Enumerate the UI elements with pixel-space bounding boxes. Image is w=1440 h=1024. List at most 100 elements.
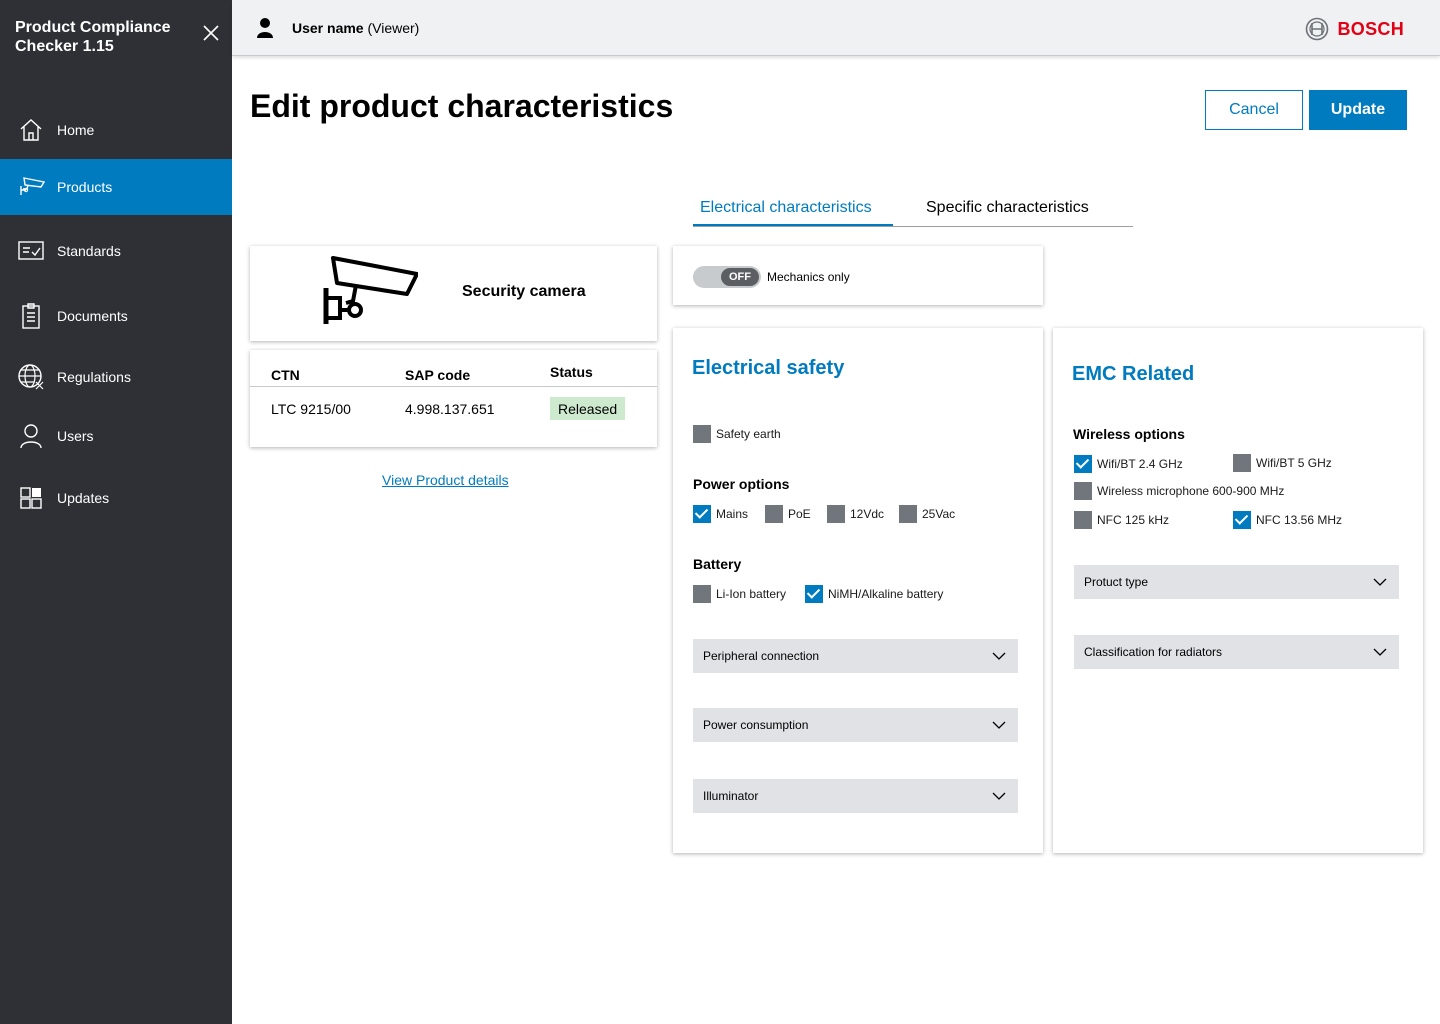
sidebar-item-standards[interactable]: Standards: [0, 223, 232, 279]
checkbox-label: Wifi/BT 2.4 GHz: [1097, 457, 1183, 471]
emc-related-panel: EMC Related Wireless options Wifi/BT 2.4…: [1053, 328, 1423, 853]
checkbox-box: [805, 585, 823, 603]
safety-earth-checkbox[interactable]: Safety earth: [693, 425, 781, 443]
peripheral-connection-dropdown[interactable]: Peripheral connection: [693, 639, 1018, 673]
status-badge: Released: [550, 397, 626, 420]
sidebar-item-users[interactable]: Users: [0, 408, 232, 464]
checkbox-box: [899, 505, 917, 523]
sidebar-item-home[interactable]: Home: [0, 102, 232, 158]
close-icon: [203, 25, 219, 41]
checkbox-label: Wireless microphone 600-900 MHz: [1097, 484, 1285, 498]
mechanics-only-toggle[interactable]: OFF: [693, 266, 761, 288]
checklist-icon: [17, 237, 45, 265]
sidebar-item-documents[interactable]: Documents: [0, 288, 232, 344]
checkbox-box: [1074, 482, 1092, 500]
top-bar: User name (Viewer) BOSCH: [232, 0, 1440, 56]
checkbox-label: NFC 125 kHz: [1097, 513, 1170, 527]
view-product-details-link[interactable]: View Product details: [382, 472, 509, 488]
checkbox-label: Li-Ion battery: [716, 587, 787, 601]
tab-specific-characteristics[interactable]: Specific characteristics: [926, 199, 1089, 217]
dropdown-label: Classification for radiators: [1084, 645, 1223, 659]
ctn-value: LTC 9215/00: [271, 401, 351, 417]
wifi-bt-2-4ghz-checkbox[interactable]: Wifi/BT 2.4 GHz: [1074, 455, 1183, 473]
sidebar-item-label: Standards: [57, 243, 121, 259]
panel-title: EMC Related: [1072, 363, 1195, 385]
chevron-down-icon: [992, 721, 1006, 729]
checkbox-box: [765, 505, 783, 523]
toggle-state: OFF: [721, 268, 759, 286]
user-avatar-icon: [256, 17, 274, 39]
mains-checkbox[interactable]: Mains: [693, 505, 748, 523]
sidebar-item-label: Regulations: [57, 369, 131, 385]
user-info: User name (Viewer): [292, 20, 419, 36]
checkbox-box: [693, 585, 711, 603]
checkbox-label: NFC 13.56 MHz: [1256, 513, 1343, 527]
nfc-125khz-checkbox[interactable]: NFC 125 kHz: [1074, 511, 1169, 529]
globe-icon: [17, 363, 45, 391]
chevron-down-icon: [1373, 578, 1387, 586]
li-ion-battery-checkbox[interactable]: Li-Ion battery: [693, 585, 786, 603]
product-type-dropdown[interactable]: Protuct type: [1074, 565, 1399, 599]
document-icon: [17, 302, 45, 330]
sidebar: Product Compliance Checker 1.15 Home Pro…: [0, 0, 232, 1024]
chevron-down-icon: [992, 652, 1006, 660]
cancel-button[interactable]: Cancel: [1205, 90, 1303, 130]
sidebar-item-label: Products: [57, 179, 113, 195]
dropdown-label: Power consumption: [703, 718, 809, 732]
wireless-microphone-checkbox[interactable]: Wireless microphone 600-900 MHz: [1074, 482, 1284, 500]
25vac-checkbox[interactable]: 25Vac: [899, 505, 955, 523]
checkbox-label: NiMH/Alkaline battery: [828, 587, 944, 601]
update-button[interactable]: Update: [1309, 90, 1407, 130]
app-title: Product Compliance Checker 1.15: [15, 19, 171, 55]
nimh-alkaline-battery-checkbox[interactable]: NiMH/Alkaline battery: [805, 585, 943, 603]
illuminator-dropdown[interactable]: Illuminator: [693, 779, 1018, 813]
sidebar-item-label: Updates: [57, 490, 110, 506]
checkbox-label: PoE: [788, 507, 811, 521]
toggle-label: Mechanics only: [767, 270, 850, 284]
dropdown-label: Peripheral connection: [703, 649, 820, 663]
dropdown-label: Protuct type: [1084, 575, 1149, 589]
column-header-ctn: CTN: [271, 367, 300, 383]
mechanics-toggle-card: OFF Mechanics only: [673, 246, 1043, 305]
brand-logo: BOSCH: [1305, 17, 1404, 41]
checkbox-box: [693, 505, 711, 523]
wifi-bt-5ghz-checkbox[interactable]: Wifi/BT 5 GHz: [1233, 454, 1332, 472]
checkbox-box: [1074, 511, 1092, 529]
sap-code-value: 4.998.137.651: [405, 401, 495, 417]
sidebar-item-label: Home: [57, 122, 95, 138]
user-role: (Viewer): [363, 20, 420, 36]
sidebar-item-regulations[interactable]: Regulations: [0, 349, 232, 405]
tab-bar: Electrical characteristics Specific char…: [693, 196, 1133, 227]
battery-title: Battery: [693, 556, 742, 572]
bosch-logo-icon: [1306, 17, 1329, 41]
poe-checkbox[interactable]: PoE: [765, 505, 811, 523]
checkbox-label: Mains: [716, 507, 749, 521]
chevron-down-icon: [992, 792, 1006, 800]
checkbox-label: Safety earth: [716, 427, 781, 441]
sidebar-item-label: Users: [57, 428, 94, 444]
wireless-options-title: Wireless options: [1073, 426, 1185, 442]
sidebar-item-updates[interactable]: Updates: [0, 470, 232, 526]
checkbox-box: [1074, 455, 1092, 473]
power-options-title: Power options: [693, 476, 790, 492]
dropdown-label: Illuminator: [703, 789, 759, 803]
panel-title: Electrical safety: [692, 357, 845, 379]
security-camera-icon: [323, 256, 418, 324]
grid-icon: [17, 484, 45, 512]
nfc-13-56mhz-checkbox[interactable]: NFC 13.56 MHz: [1233, 511, 1342, 529]
column-header-status: Status: [550, 364, 593, 380]
close-sidebar-button[interactable]: [200, 22, 222, 44]
user-icon: [17, 422, 45, 450]
12vdc-checkbox[interactable]: 12Vdc: [827, 505, 884, 523]
home-icon: [17, 116, 45, 144]
tab-electrical-characteristics[interactable]: Electrical characteristics: [700, 199, 872, 217]
brand-name: BOSCH: [1337, 18, 1404, 39]
checkbox-box: [693, 425, 711, 443]
checkbox-box: [1233, 454, 1251, 472]
camera-icon: [17, 173, 45, 201]
power-consumption-dropdown[interactable]: Power consumption: [693, 708, 1018, 742]
product-info-table: CTN SAP code Status LTC 9215/00 4.998.13…: [250, 350, 657, 447]
active-tab-indicator: [693, 224, 893, 226]
classification-for-radiators-dropdown[interactable]: Classification for radiators: [1074, 635, 1399, 669]
sidebar-item-products[interactable]: Products: [0, 159, 232, 215]
